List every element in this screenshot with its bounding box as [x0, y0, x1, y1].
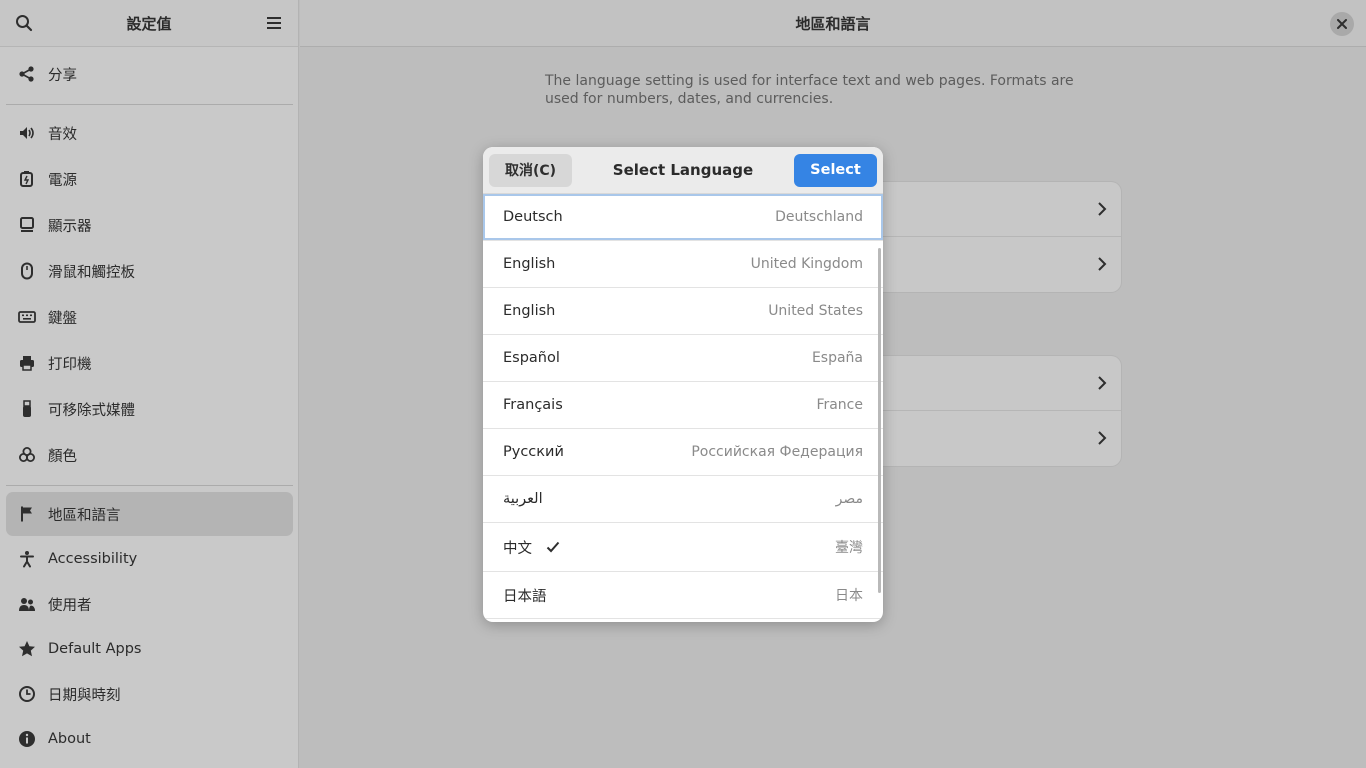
language-region: 日本: [835, 588, 863, 604]
sidebar-item-region-language[interactable]: 地區和語言: [6, 492, 293, 536]
language-region: France: [816, 397, 863, 413]
language-name: Français: [503, 397, 563, 413]
sidebar-item-label: 音效: [48, 126, 77, 143]
close-button[interactable]: [1330, 12, 1354, 36]
sidebar-item-label: 可移除式媒體: [48, 402, 135, 419]
sidebar-item-label: About: [48, 731, 91, 747]
language-row-chinese[interactable]: 中文 臺灣: [483, 523, 883, 572]
sidebar-header: 設定值: [0, 0, 298, 47]
language-name: العربية: [503, 491, 543, 507]
usb-icon: [18, 400, 36, 418]
chevron-right-icon: [1098, 257, 1107, 271]
sidebar-separator: [6, 485, 293, 486]
search-icon: [16, 15, 33, 32]
language-list: Deutsch Deutschland English United Kingd…: [483, 194, 883, 619]
language-name: 日本語: [503, 588, 547, 605]
language-row-arabic[interactable]: العربية مصر: [483, 476, 883, 523]
chevron-right-icon: [1098, 431, 1107, 445]
sidebar-item-sound[interactable]: 音效: [6, 111, 293, 155]
chevron-right-icon: [1098, 202, 1107, 216]
language-row-english-us[interactable]: English United States: [483, 288, 883, 335]
cancel-button[interactable]: 取消(C): [489, 153, 572, 187]
language-name-wrap: 中文: [503, 537, 560, 558]
sidebar-item-date-time[interactable]: 日期與時刻: [6, 672, 293, 716]
language-name: Deutsch: [503, 209, 563, 225]
checkmark-icon: [546, 541, 560, 553]
flag-icon: [18, 505, 36, 523]
star-icon: [18, 640, 36, 658]
sidebar-item-label: 顏色: [48, 448, 77, 465]
users-icon: [18, 595, 36, 613]
sidebar-item-removable-media[interactable]: 可移除式媒體: [6, 387, 293, 431]
scrollbar[interactable]: [878, 248, 881, 593]
language-row-francais[interactable]: Français France: [483, 382, 883, 429]
language-name: Español: [503, 350, 560, 366]
language-row-espanol[interactable]: Español España: [483, 335, 883, 382]
accessibility-icon: [18, 550, 36, 568]
speaker-icon: [18, 124, 36, 142]
info-icon: [18, 730, 36, 748]
sidebar-separator: [6, 104, 293, 105]
language-region: 臺灣: [835, 540, 863, 556]
sidebar-item-accessibility[interactable]: Accessibility: [6, 537, 293, 581]
sidebar-item-label: 地區和語言: [48, 507, 121, 524]
hamburger-icon: [266, 17, 281, 29]
dialog-header: 取消(C) Select Language Select: [483, 147, 883, 194]
language-region: Российская Федерация: [691, 444, 863, 460]
sidebar-item-mouse-touchpad[interactable]: 滑鼠和觸控板: [6, 249, 293, 293]
printer-icon: [18, 354, 36, 372]
sidebar-item-label: Accessibility: [48, 551, 138, 567]
sidebar-item-default-apps[interactable]: Default Apps: [6, 627, 293, 671]
sidebar-item-label: Default Apps: [48, 641, 142, 657]
sidebar-title: 設定值: [126, 14, 172, 33]
battery-icon: [18, 170, 36, 188]
sidebar-item-label: 日期與時刻: [48, 687, 121, 704]
keyboard-icon: [18, 308, 36, 326]
language-region: United Kingdom: [750, 256, 863, 272]
language-region: مصر: [835, 491, 863, 507]
sidebar-item-label: 鍵盤: [48, 310, 77, 327]
sidebar-item-about[interactable]: About: [6, 717, 293, 761]
language-region: United States: [768, 303, 863, 319]
language-name: English: [503, 256, 556, 272]
language-row-japanese[interactable]: 日本語 日本: [483, 572, 883, 619]
main-menu-button[interactable]: [262, 11, 286, 35]
sidebar: 設定值 分享 音效 電源 顯示器 滑鼠和觸控板 鍵盤 打印機 可移除式媒體 顏色: [0, 0, 299, 768]
language-row-russian[interactable]: Русский Российская Федерация: [483, 429, 883, 476]
sidebar-item-keyboard[interactable]: 鍵盤: [6, 295, 293, 339]
select-button[interactable]: Select: [793, 153, 877, 187]
sidebar-item-users[interactable]: 使用者: [6, 582, 293, 626]
language-name: 中文: [503, 540, 532, 557]
language-name: English: [503, 303, 556, 319]
close-icon: [1337, 19, 1347, 29]
sidebar-item-color[interactable]: 顏色: [6, 433, 293, 477]
language-region: España: [811, 350, 863, 366]
sidebar-item-label: 打印機: [48, 356, 92, 373]
language-name: Русский: [503, 444, 564, 460]
language-region: Deutschland: [775, 209, 863, 225]
language-row-deutsch[interactable]: Deutsch Deutschland: [483, 194, 883, 241]
sidebar-item-sharing[interactable]: 分享: [6, 52, 293, 96]
page-title: 地區和語言: [795, 14, 871, 33]
language-row-english-uk[interactable]: English United Kingdom: [483, 241, 883, 288]
sidebar-item-printers[interactable]: 打印機: [6, 341, 293, 385]
clock-icon: [18, 685, 36, 703]
sidebar-item-label: 顯示器: [48, 218, 92, 235]
search-button[interactable]: [12, 11, 36, 35]
sidebar-item-label: 分享: [48, 67, 77, 84]
select-language-dialog: 取消(C) Select Language Select Deutsch Deu…: [483, 147, 883, 622]
main-header: 地區和語言: [300, 0, 1366, 47]
sidebar-item-label: 電源: [48, 172, 77, 189]
sidebar-item-label: 滑鼠和觸控板: [48, 264, 135, 281]
description-text: The language setting is used for interfa…: [545, 73, 1074, 107]
sidebar-item-power[interactable]: 電源: [6, 157, 293, 201]
sidebar-item-displays[interactable]: 顯示器: [6, 203, 293, 247]
sidebar-item-label: 使用者: [48, 597, 92, 614]
dialog-title: Select Language: [612, 161, 754, 179]
mouse-icon: [18, 262, 36, 280]
display-icon: [18, 216, 36, 234]
color-icon: [18, 446, 36, 464]
chevron-right-icon: [1098, 376, 1107, 390]
share-icon: [18, 65, 36, 83]
